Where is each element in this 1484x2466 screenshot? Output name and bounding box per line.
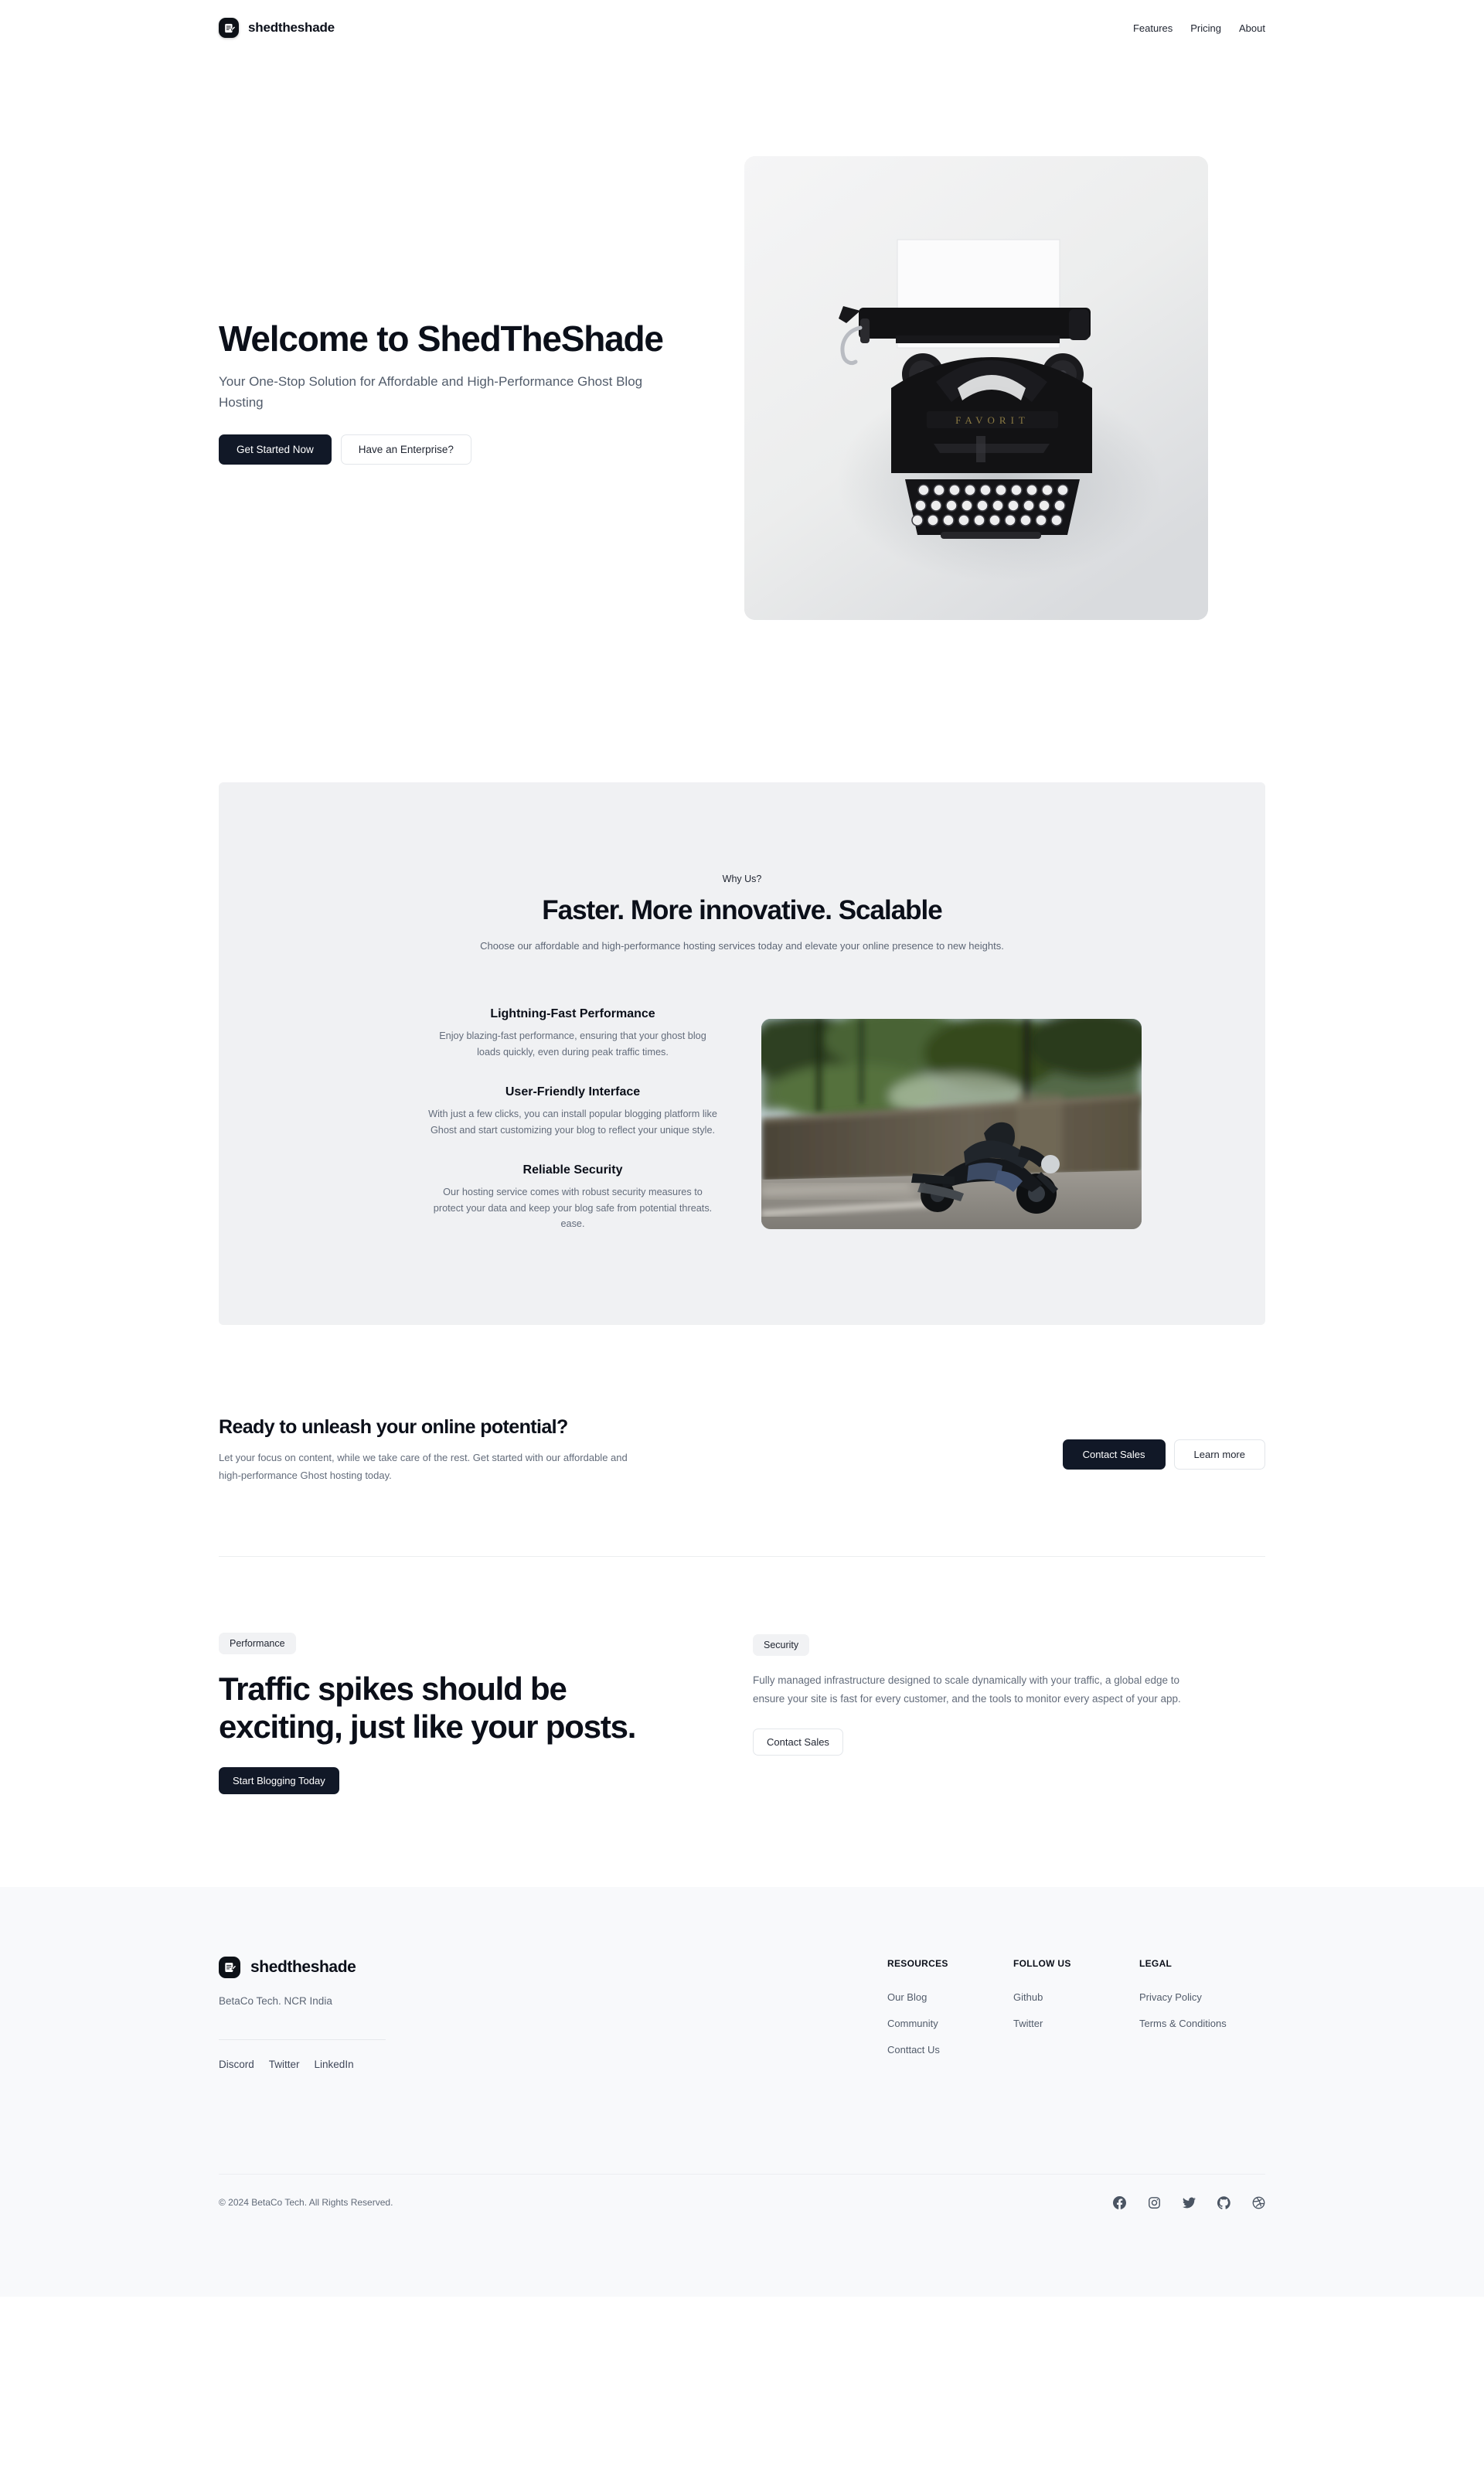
feature-title: User-Friendly Interface	[505, 1085, 641, 1099]
site-footer: shedtheshade BetaCo Tech. NCR India Disc…	[0, 1886, 1484, 2297]
start-blogging-button[interactable]: Start Blogging Today	[219, 1766, 339, 1794]
hero-content: Welcome to ShedTheShade Your One-Stop So…	[219, 312, 713, 465]
cta-subtitle: Let your focus on content, while we take…	[219, 1452, 628, 1481]
feature-body: Our hosting service comes with robust se…	[433, 1187, 713, 1230]
footer-column-heading: FOLLOW US	[1013, 1957, 1071, 1969]
motorcycle-image	[761, 1019, 1142, 1229]
facebook-icon[interactable]	[1113, 2195, 1126, 2209]
footer-social-icons	[1113, 2195, 1265, 2209]
contact-sales-button[interactable]: Contact Sales	[1062, 1439, 1166, 1470]
typewriter-image: FAVORIT	[744, 156, 1208, 620]
footer-link-columns: RESOURCES Our Blog Community Conttact Us…	[887, 1957, 1265, 2070]
footer-brand-logo[interactable]: shedtheshade	[219, 1956, 543, 1978]
site-header: shedtheshade Features Pricing About	[0, 0, 1484, 56]
footer-link-our-blog[interactable]: Our Blog	[887, 1991, 927, 2003]
hero-subtitle: Your One-Stop Solution for Affordable an…	[219, 374, 643, 410]
footer-top: shedtheshade BetaCo Tech. NCR India Disc…	[219, 1956, 1265, 2070]
footer-link-twitter-col[interactable]: Twitter	[1013, 2018, 1043, 2029]
dribbble-icon[interactable]	[1252, 2196, 1265, 2209]
footer-column-heading: LEGAL	[1139, 1957, 1173, 1969]
document-edit-icon	[219, 18, 239, 38]
svg-text:FAVORIT: FAVORIT	[955, 414, 1030, 426]
footer-column-resources: RESOURCES Our Blog Community Conttact Us	[887, 1958, 1013, 2070]
traffic-body: Fully managed infrastructure designed to…	[753, 1674, 1181, 1705]
brand-name: shedtheshade	[248, 20, 335, 35]
contact-sales-secondary-button[interactable]: Contact Sales	[753, 1728, 843, 1756]
security-badge: Security	[753, 1633, 810, 1656]
footer-link-community[interactable]: Community	[887, 2018, 938, 2029]
footer-column-legal: LEGAL Privacy Policy Terms & Conditions	[1139, 1958, 1265, 2070]
hero-actions: Get Started Now Have an Enterprise?	[219, 434, 713, 465]
feature-body: Enjoy blazing-fast performance, ensuring…	[439, 1030, 706, 1058]
primary-nav: Features Pricing About	[1133, 22, 1265, 34]
footer-link-contact-us[interactable]: Conttact Us	[887, 2044, 940, 2056]
nav-link-features[interactable]: Features	[1133, 22, 1173, 34]
learn-more-button[interactable]: Learn more	[1173, 1439, 1265, 1470]
instagram-icon[interactable]	[1148, 2196, 1161, 2209]
brand-logo[interactable]: shedtheshade	[219, 18, 335, 38]
nav-link-about[interactable]: About	[1239, 22, 1265, 34]
hero-image-wrap: FAVORIT	[744, 156, 1208, 620]
hero-section: Welcome to ShedTheShade Your One-Stop So…	[0, 56, 1484, 720]
footer-social-text-links: Discord Twitter LinkedIn	[219, 2059, 543, 2070]
footer-link-github[interactable]: Github	[1013, 1991, 1043, 2003]
feature-item: Lightning-Fast Performance Enjoy blazing…	[427, 1007, 718, 1060]
traffic-section: Performance Traffic spikes should be exc…	[0, 1557, 1484, 1794]
feature-item: Reliable Security Our hosting service co…	[427, 1163, 718, 1232]
cta-section: Ready to unleash your online potential? …	[0, 1325, 1484, 1485]
cta-title: Ready to unleash your online potential?	[219, 1416, 568, 1439]
footer-link-twitter[interactable]: Twitter	[269, 2059, 300, 2070]
why-section: Why Us? Faster. More innovative. Scalabl…	[219, 782, 1265, 1326]
footer-brand-divider	[219, 2039, 386, 2040]
why-subtitle: Choose our affordable and high-performan…	[480, 940, 1004, 952]
get-started-button[interactable]: Get Started Now	[219, 434, 332, 465]
list-item: Conttact Us	[887, 2043, 1013, 2057]
list-item: Community	[887, 2017, 1013, 2031]
footer-column-follow-us: FOLLOW US Github Twitter	[1013, 1958, 1139, 2070]
github-icon[interactable]	[1217, 2196, 1230, 2209]
feature-title: Reliable Security	[522, 1163, 623, 1177]
footer-column-heading: RESOURCES	[887, 1957, 948, 1969]
landing-page: shedtheshade Features Pricing About Welc…	[0, 0, 1484, 2297]
list-item: Github	[1013, 1991, 1139, 2004]
footer-brand-name: shedtheshade	[250, 1957, 356, 1976]
cta-content: Ready to unleash your online potential? …	[219, 1416, 645, 1485]
list-item: Twitter	[1013, 2017, 1139, 2031]
footer-brand-column: shedtheshade BetaCo Tech. NCR India Disc…	[219, 1956, 543, 2070]
why-title: Faster. More innovative. Scalable	[542, 895, 943, 925]
enterprise-button[interactable]: Have an Enterprise?	[340, 434, 471, 465]
list-item: Terms & Conditions	[1139, 2017, 1265, 2031]
document-edit-icon	[219, 1956, 240, 1978]
list-item: Our Blog	[887, 1991, 1013, 2004]
traffic-left-column: Performance Traffic spikes should be exc…	[219, 1632, 753, 1794]
feature-list: Lightning-Fast Performance Enjoy blazing…	[427, 1007, 718, 1232]
footer-link-privacy-policy[interactable]: Privacy Policy	[1139, 1991, 1202, 2003]
copyright-text: © 2024 BetaCo Tech. All Rights Reserved.	[219, 2197, 393, 2209]
footer-link-terms[interactable]: Terms & Conditions	[1139, 2018, 1227, 2029]
feature-title: Lightning-Fast Performance	[490, 1007, 655, 1020]
feature-item: User-Friendly Interface With just a few …	[427, 1085, 718, 1138]
list-item: Privacy Policy	[1139, 1991, 1265, 2004]
traffic-right-column: Security Fully managed infrastructure de…	[753, 1633, 1247, 1794]
why-section-wrap: Why Us? Faster. More innovative. Scalabl…	[0, 720, 1484, 1326]
performance-badge: Performance	[219, 1632, 296, 1654]
cta-actions: Contact Sales Learn more	[1062, 1416, 1265, 1470]
footer-link-discord[interactable]: Discord	[219, 2059, 254, 2070]
feature-body: With just a few clicks, you can install …	[428, 1109, 717, 1136]
traffic-title: Traffic spikes should be exciting, just …	[219, 1670, 636, 1745]
nav-link-pricing[interactable]: Pricing	[1190, 22, 1221, 34]
footer-address: BetaCo Tech. NCR India	[219, 1994, 332, 2007]
hero-title: Welcome to ShedTheShade	[219, 318, 664, 359]
why-body: Lightning-Fast Performance Enjoy blazing…	[219, 1007, 1265, 1232]
why-eyebrow: Why Us?	[722, 874, 762, 884]
footer-bottom-bar: © 2024 BetaCo Tech. All Rights Reserved.	[219, 2173, 1265, 2233]
twitter-icon[interactable]	[1183, 2196, 1196, 2209]
footer-link-linkedin[interactable]: LinkedIn	[315, 2059, 354, 2070]
